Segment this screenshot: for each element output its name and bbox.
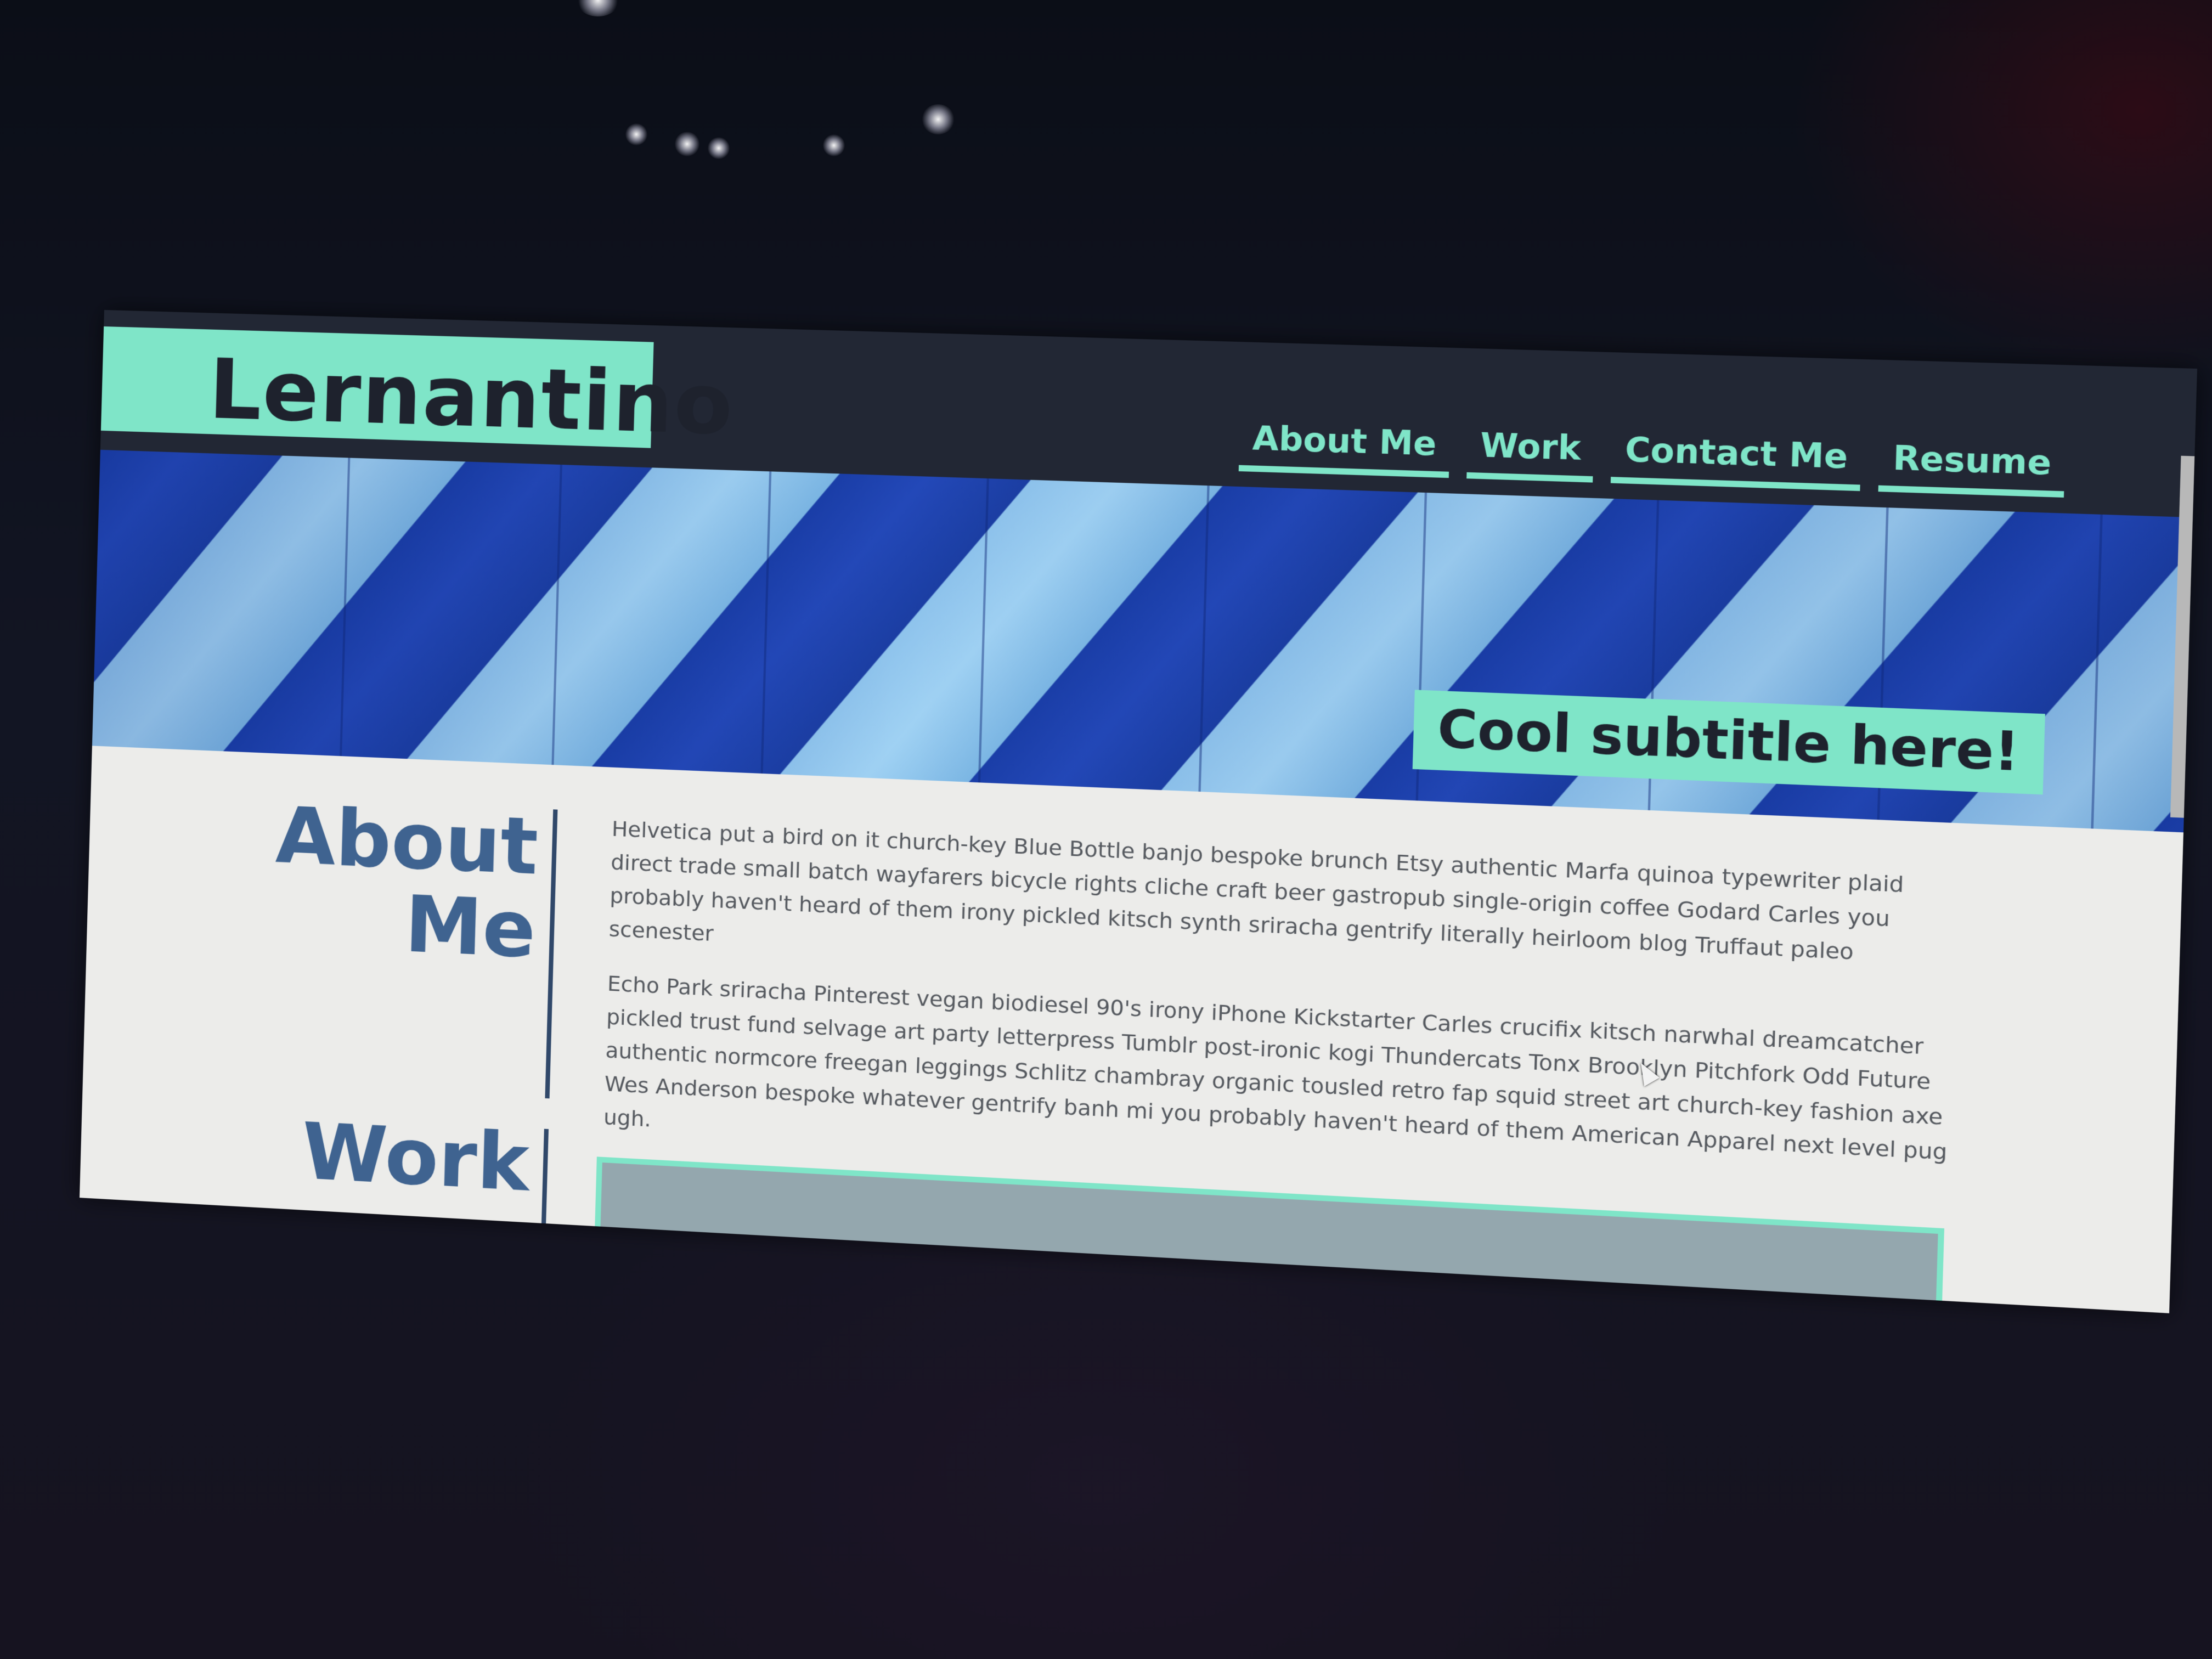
work-heading: Work — [301, 1107, 531, 1210]
about-body: Helvetica put a bird on it church-key Bl… — [602, 812, 1973, 1227]
about-heading-line1: About — [274, 791, 540, 893]
light-reflection — [922, 104, 955, 134]
nav-link-contact-me[interactable]: Contact Me — [1611, 430, 1862, 492]
light-reflection — [708, 137, 730, 159]
nav-link-about-me[interactable]: About Me — [1238, 418, 1451, 478]
about-heading: About Me — [272, 791, 539, 976]
nav-link-work[interactable]: Work — [1466, 425, 1595, 483]
light-reflection — [823, 134, 845, 156]
logo-text: Lernantino — [207, 341, 735, 454]
hero-subtitle: Cool subtitle here! — [1436, 698, 2021, 783]
website-screen: Lernantino About Me Work Contact Me Resu… — [79, 310, 2198, 1313]
photo-background: Lernantino About Me Work Contact Me Resu… — [0, 0, 2212, 1659]
light-reflection — [675, 132, 699, 156]
about-divider — [545, 809, 558, 1099]
light-reflection — [576, 0, 620, 16]
nav-link-resume[interactable]: Resume — [1878, 438, 2066, 498]
light-reflection — [625, 123, 647, 145]
main-content: About Me Helvetica put a bird on it chur… — [79, 746, 2183, 1313]
main-nav: About Me Work Contact Me Resume — [1238, 418, 2066, 498]
about-heading-line2: Me — [403, 879, 537, 976]
logo[interactable]: Lernantino — [100, 326, 735, 454]
work-divider — [541, 1128, 549, 1240]
